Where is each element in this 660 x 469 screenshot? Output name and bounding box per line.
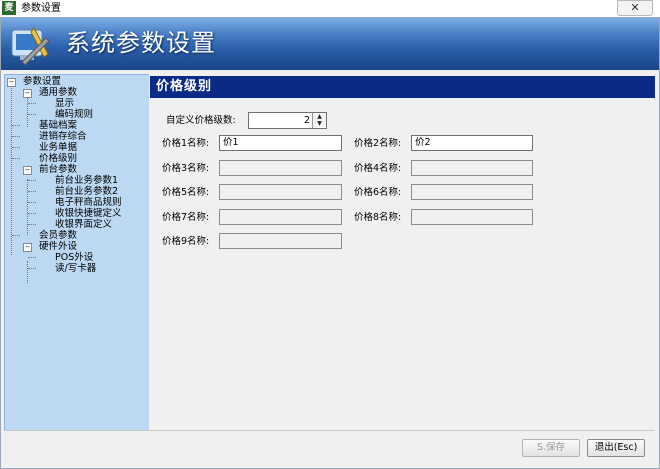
custom-levels-label: 自定义价格级数: xyxy=(166,115,236,126)
window-title: 参数设置 xyxy=(21,3,61,14)
price2-input[interactable]: 价2 xyxy=(411,135,533,151)
price3-input[interactable] xyxy=(219,160,342,176)
price9-input[interactable] xyxy=(219,233,342,249)
tree-item-cashier-shortcut[interactable]: 收银快捷键定义 xyxy=(55,208,122,219)
price3-label: 价格3名称: xyxy=(162,163,210,174)
collapse-general-icon[interactable]: − xyxy=(23,89,32,98)
save-button[interactable]: S.保存 xyxy=(522,439,580,457)
price7-input[interactable] xyxy=(219,209,342,225)
price8-input[interactable] xyxy=(411,209,533,225)
price8-label: 价格8名称: xyxy=(354,212,402,223)
custom-levels-value: 2 xyxy=(303,115,310,126)
tree-item-fe-business1[interactable]: 前台业务参数1 xyxy=(55,175,118,186)
close-button[interactable]: ✕ xyxy=(617,0,653,16)
tree-item-inventory[interactable]: 进销存综合 xyxy=(39,131,87,142)
price2-label: 价格2名称: xyxy=(354,138,402,149)
settings-tree: − 参数设置 − 通用参数 显示 编码规则 基础档案 进销存综合 业务单据 价格… xyxy=(4,74,150,432)
price1-label: 价格1名称: xyxy=(162,138,210,149)
tree-item-business-docs[interactable]: 业务单据 xyxy=(39,142,77,153)
exit-button[interactable]: 退出(Esc) xyxy=(587,439,645,457)
tree-item-fe-business2[interactable]: 前台业务参数2 xyxy=(55,186,118,197)
price1-input[interactable]: 价1 xyxy=(219,135,342,151)
custom-levels-spinner[interactable]: 2 ▲ ▼ xyxy=(248,112,327,129)
banner-title: 系统参数设置 xyxy=(66,29,216,57)
tree-item-cashier-ui[interactable]: 收银界面定义 xyxy=(55,219,112,230)
button-bar: S.保存 退出(Esc) xyxy=(4,430,655,461)
price4-label: 价格4名称: xyxy=(354,163,402,174)
price7-label: 价格7名称: xyxy=(162,212,210,223)
settings-tools-icon xyxy=(11,27,50,66)
title-bar: 麦 参数设置 ✕ xyxy=(0,0,660,17)
spin-down-icon[interactable]: ▼ xyxy=(313,120,326,127)
tree-item-basic-archive[interactable]: 基础档案 xyxy=(39,120,77,131)
tree-item-hardware[interactable]: 硬件外设 xyxy=(39,241,77,252)
collapse-root-icon[interactable]: − xyxy=(7,78,16,87)
collapse-hardware-icon[interactable]: − xyxy=(23,243,32,252)
section-header: 价格级别 xyxy=(150,76,655,98)
content-panel xyxy=(149,74,655,430)
tree-item-root[interactable]: 参数设置 xyxy=(23,76,61,87)
tree-item-card-reader[interactable]: 读/写卡器 xyxy=(55,263,96,274)
collapse-frontend-icon[interactable]: − xyxy=(23,166,32,175)
tree-item-scale-rules[interactable]: 电子秤商品规则 xyxy=(55,197,122,208)
tree-item-display[interactable]: 显示 xyxy=(55,98,74,109)
price4-input[interactable] xyxy=(411,160,533,176)
tree-item-pos-device[interactable]: POS外设 xyxy=(55,252,93,263)
price5-input[interactable] xyxy=(219,184,342,200)
tree-item-price-level[interactable]: 价格级别 xyxy=(39,153,77,164)
price6-label: 价格6名称: xyxy=(354,187,402,198)
price5-label: 价格5名称: xyxy=(162,187,210,198)
price6-input[interactable] xyxy=(411,184,533,200)
tree-item-frontend[interactable]: 前台参数 xyxy=(39,164,77,175)
tree-item-member[interactable]: 会员参数 xyxy=(39,230,77,241)
price9-label: 价格9名称: xyxy=(162,236,210,247)
app-icon: 麦 xyxy=(2,1,16,15)
tree-item-general[interactable]: 通用参数 xyxy=(39,87,77,98)
tree-item-coding-rules[interactable]: 编码规则 xyxy=(55,109,93,120)
